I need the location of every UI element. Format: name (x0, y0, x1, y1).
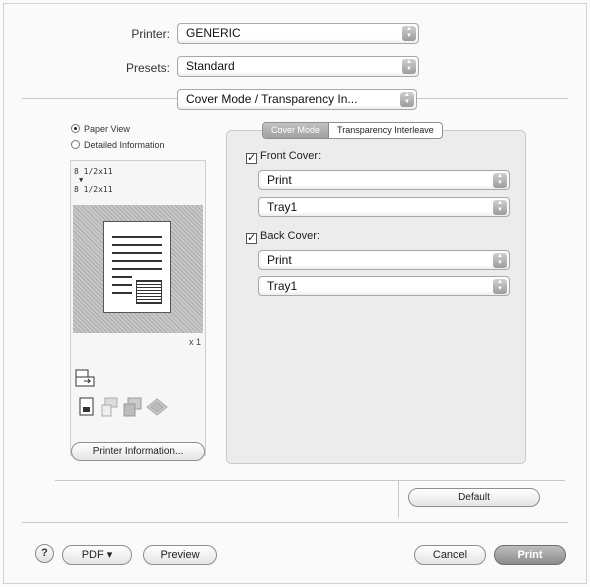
popup-arrows-icon: ▲ ▼ (493, 253, 507, 268)
popup-arrows-icon: ▲ ▼ (402, 59, 416, 74)
front-cover-mode-value: Print (267, 173, 292, 187)
back-cover-label: Back Cover: (260, 230, 320, 242)
divider (22, 522, 568, 523)
paper-view-radio[interactable]: Paper View (71, 124, 130, 134)
vertical-divider (398, 480, 399, 518)
original-paper-size: 8 1/2x11 (74, 185, 113, 194)
tab-cover-mode[interactable]: Cover Mode (263, 123, 330, 138)
printer-select[interactable]: GENERIC ▲ ▼ (177, 23, 419, 44)
popup-arrows-icon: ▲ ▼ (493, 200, 507, 215)
front-cover-tray-select[interactable]: Tray1 ▲ ▼ (258, 197, 510, 217)
presets-label: Presets: (125, 61, 170, 75)
divider (55, 480, 565, 481)
printer-value: GENERIC (186, 26, 241, 40)
help-button[interactable]: ? (35, 544, 54, 563)
page-thumbnail (103, 221, 171, 313)
radio-selected-icon (71, 124, 80, 133)
paper-preview-pane: 8 1/2x11 ▼ 8 1/2x11 x 1 Printer Informat… (70, 160, 206, 461)
print-button[interactable]: Print (494, 545, 566, 565)
staple-icon (79, 397, 95, 422)
down-arrow-icon: ▼ (79, 176, 84, 184)
front-cover-checkbox[interactable]: ✓ Front Cover: (246, 150, 321, 164)
back-cover-mode-value: Print (267, 253, 292, 267)
tab-transparency-interleave[interactable]: Transparency Interleave (329, 123, 442, 138)
panel-select[interactable]: Cover Mode / Transparency In... ▲ ▼ (177, 89, 417, 110)
detailed-information-radio[interactable]: Detailed Information (71, 140, 165, 150)
radio-empty-icon (71, 140, 80, 149)
fold-icon (123, 397, 143, 422)
copies-count: x 1 (188, 337, 201, 347)
presets-value: Standard (186, 59, 235, 73)
printer-label: Printer: (131, 27, 170, 41)
pdf-button[interactable]: PDF ▾ (62, 545, 132, 565)
default-button[interactable]: Default (408, 488, 540, 507)
preview-button[interactable]: Preview (143, 545, 217, 565)
popup-arrows-icon: ▲ ▼ (493, 173, 507, 188)
booklet-icon (145, 397, 169, 422)
back-cover-tray-value: Tray1 (267, 279, 298, 293)
front-cover-tray-value: Tray1 (267, 200, 298, 214)
output-tray-icon (75, 369, 97, 392)
image-block (136, 280, 162, 304)
checkmark-icon: ✓ (246, 152, 257, 164)
paper-view-label: Paper View (84, 124, 130, 134)
checkmark-icon: ✓ (246, 232, 257, 244)
panel-select-value: Cover Mode / Transparency In... (186, 92, 358, 106)
printer-information-button[interactable]: Printer Information... (71, 442, 205, 461)
punch-icon (101, 397, 121, 422)
back-cover-mode-select[interactable]: Print ▲ ▼ (258, 250, 510, 270)
tab-bar: Cover Mode Transparency Interleave (262, 122, 443, 139)
presets-select[interactable]: Standard ▲ ▼ (177, 56, 419, 77)
popup-arrows-icon: ▲ ▼ (402, 26, 416, 41)
preview-area (73, 205, 203, 333)
output-paper-size: 8 1/2x11 (74, 167, 113, 176)
back-cover-checkbox[interactable]: ✓ Back Cover: (246, 230, 320, 244)
front-cover-mode-select[interactable]: Print ▲ ▼ (258, 170, 510, 190)
popup-arrows-icon: ▲ ▼ (493, 279, 507, 294)
popup-arrows-icon: ▲ ▼ (400, 92, 414, 107)
detailed-information-label: Detailed Information (84, 140, 165, 150)
back-cover-tray-select[interactable]: Tray1 ▲ ▼ (258, 276, 510, 296)
front-cover-label: Front Cover: (260, 150, 322, 162)
cancel-button[interactable]: Cancel (414, 545, 486, 565)
